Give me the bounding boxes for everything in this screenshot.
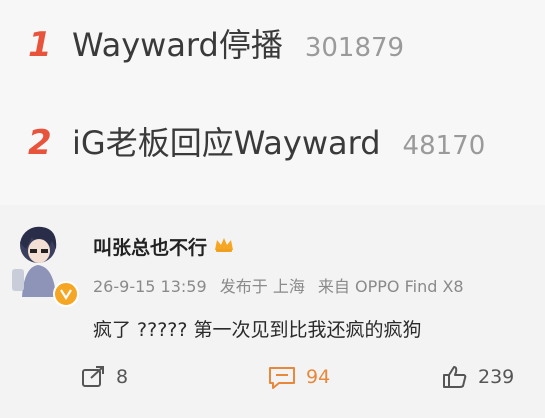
trending-item-2[interactable]: 2 iG老板回应Wayward 48170 (28, 118, 485, 164)
crown-icon (213, 235, 235, 258)
comment-actions: 8 94 239 (0, 365, 545, 405)
trend-rank: 1 (28, 25, 52, 65)
comment-date: 26-9-15 13:59 (93, 277, 207, 296)
like-icon (442, 365, 468, 389)
trend-title: iG老板回应Wayward (72, 124, 381, 162)
trend-count: 48170 (402, 131, 486, 161)
comment-count: 94 (306, 366, 331, 388)
trend-title: Wayward停播 (72, 26, 283, 64)
repost-icon (80, 365, 106, 389)
trend-count: 301879 (304, 33, 405, 63)
comment-icon (268, 365, 296, 389)
trending-list: 1 Wayward停播 301879 2 iG老板回应Wayward 48170 (0, 0, 545, 205)
vip-badge-icon (53, 281, 79, 307)
comment-card: 叫张总也不行 26-9-15 13:59 发布于 上海 来自 OPPO Find… (0, 205, 545, 418)
repost-count: 8 (116, 366, 129, 388)
comment-device: 来自 OPPO Find X8 (317, 277, 464, 296)
trending-item-1[interactable]: 1 Wayward停播 301879 (28, 20, 404, 66)
comment-meta: 26-9-15 13:59 发布于 上海 来自 OPPO Find X8 (93, 273, 472, 297)
comment-text: 疯了 ????? 第一次见到比我还疯的疯狗 (93, 319, 422, 341)
comment-button[interactable]: 94 (268, 365, 330, 389)
like-count: 239 (478, 366, 515, 388)
like-button[interactable]: 239 (442, 365, 514, 389)
username: 叫张总也不行 (93, 237, 208, 259)
comment-author[interactable]: 叫张总也不行 (93, 233, 235, 260)
trend-rank: 2 (28, 123, 52, 163)
comment-location: 发布于 上海 (219, 277, 305, 296)
repost-button[interactable]: 8 (80, 365, 128, 389)
